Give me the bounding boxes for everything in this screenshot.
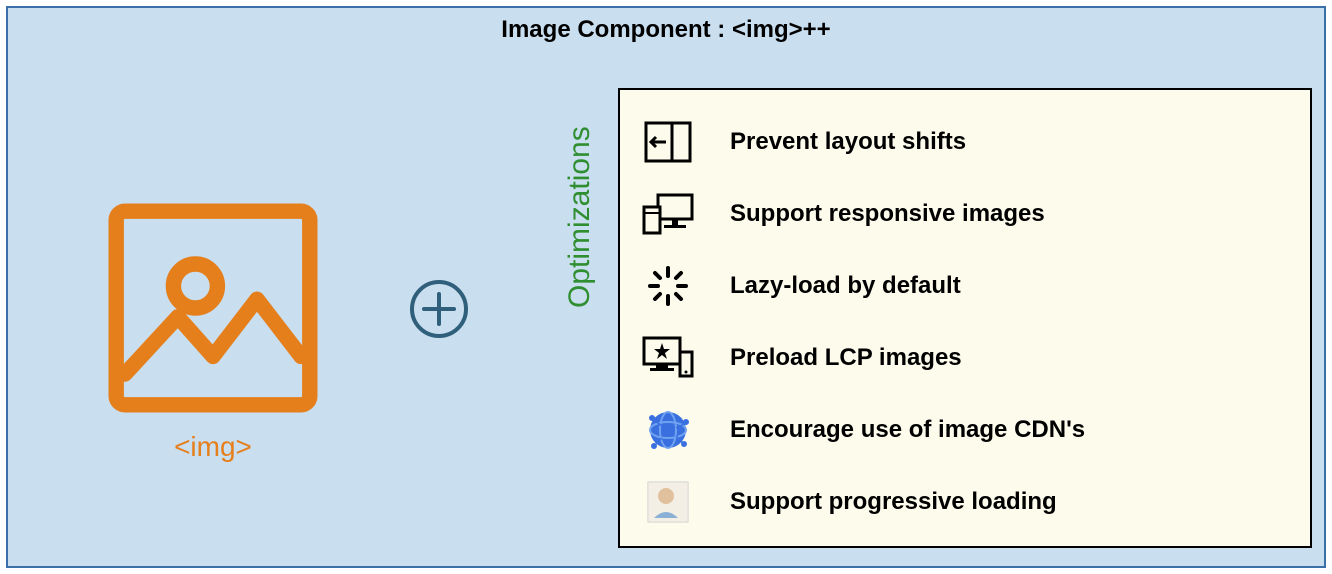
responsive-icon xyxy=(638,189,698,239)
optimization-item: Support responsive images xyxy=(638,178,1292,250)
diagram-container: Image Component : <img>++ <img> Optimiza… xyxy=(6,6,1326,568)
optimization-text: Encourage use of image CDN's xyxy=(730,416,1085,444)
optimizations-label: Optimizations xyxy=(563,126,597,308)
diagram-title: Image Component : <img>++ xyxy=(8,16,1324,44)
lazy-load-icon xyxy=(638,261,698,311)
image-label: <img> xyxy=(98,431,328,463)
optimization-item: Prevent layout shifts xyxy=(638,106,1292,178)
optimization-text: Support progressive loading xyxy=(730,488,1057,516)
optimization-text: Prevent layout shifts xyxy=(730,128,966,156)
optimization-item: Support progressive loading xyxy=(638,466,1292,538)
optimizations-box: Prevent layout shifts Support responsive… xyxy=(618,88,1312,548)
optimization-item: Lazy-load by default xyxy=(638,250,1292,322)
image-icon xyxy=(103,198,323,418)
preload-icon xyxy=(638,333,698,383)
optimization-text: Support responsive images xyxy=(730,200,1045,228)
plus-icon xyxy=(408,278,470,340)
optimization-item: Preload LCP images xyxy=(638,322,1292,394)
cdn-icon xyxy=(638,405,698,455)
image-element-block: <img> xyxy=(98,198,328,463)
optimization-item: Encourage use of image CDN's xyxy=(638,394,1292,466)
optimization-text: Preload LCP images xyxy=(730,344,962,372)
optimization-text: Lazy-load by default xyxy=(730,272,961,300)
progressive-icon xyxy=(638,477,698,527)
layout-shift-icon xyxy=(638,117,698,167)
